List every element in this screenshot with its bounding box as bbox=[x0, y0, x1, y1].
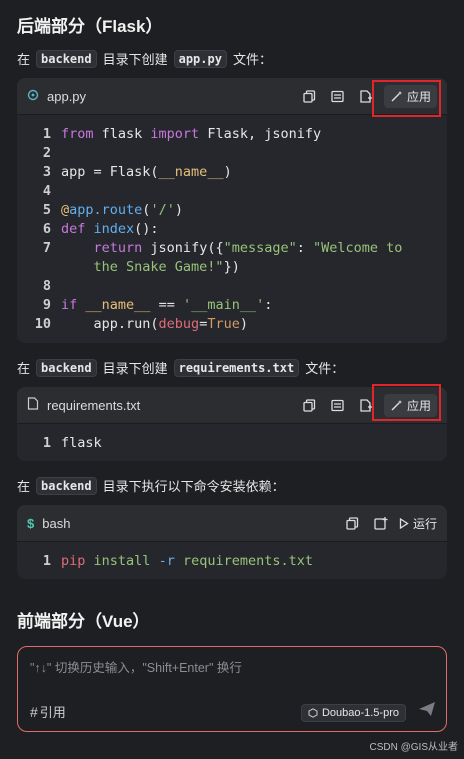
code-line: 1 from flask import Flask, jsonify bbox=[17, 125, 447, 144]
code-block-requirements: requirements.txt 应用 1 flask bbox=[17, 387, 447, 461]
model-selector[interactable]: Doubao-1.5-pro bbox=[300, 704, 406, 722]
para-requirements: 在 backend 目录下创建 requirements.txt 文件： bbox=[17, 358, 344, 377]
frontend-heading: 前端部分（Vue） bbox=[17, 612, 150, 631]
apply-button[interactable]: 应用 bbox=[383, 393, 437, 417]
code-block-app-py: app.py 应用 1 from flask import Flask, json… bbox=[17, 78, 447, 343]
cube-icon bbox=[308, 708, 318, 718]
apply-label: 应用 bbox=[406, 398, 431, 413]
input-placeholder: "↑↓" 切换历史输入，"Shift+Enter" 换行 bbox=[30, 661, 242, 675]
copy-icon[interactable] bbox=[343, 513, 363, 533]
line-number: 7 bbox=[42, 240, 51, 256]
inline-code-backend: backend bbox=[36, 358, 97, 377]
code-block-header: requirements.txt 应用 bbox=[17, 387, 447, 424]
inline-code-requirements: requirements.txt bbox=[173, 358, 300, 377]
run-label: 运行 bbox=[412, 516, 437, 531]
magic-wand-icon bbox=[391, 399, 402, 410]
para-text: 文件： bbox=[232, 52, 272, 67]
apply-label: 应用 bbox=[406, 89, 431, 104]
code-line: 9 if __name__ == '__main__': bbox=[17, 296, 447, 315]
code-block-header: app.py 应用 bbox=[17, 78, 447, 115]
line-number bbox=[17, 258, 61, 277]
line-number: 10 bbox=[34, 316, 51, 332]
code-line: 7 return jsonify({"message": "Welcome to bbox=[17, 239, 447, 258]
insert-terminal-icon[interactable] bbox=[371, 513, 391, 533]
run-button[interactable]: 运行 bbox=[399, 515, 437, 532]
para-text: 在 bbox=[17, 52, 31, 67]
copy-icon[interactable] bbox=[300, 395, 320, 415]
reference-label: 引用 bbox=[39, 705, 66, 720]
line-number: 3 bbox=[42, 164, 51, 180]
line-number: 6 bbox=[42, 221, 51, 237]
code-line: 5 @app.route('/') bbox=[17, 201, 447, 220]
file-icon bbox=[27, 397, 39, 413]
play-icon bbox=[399, 517, 409, 529]
line-number: 1 bbox=[42, 435, 51, 451]
line-number: 4 bbox=[42, 183, 51, 199]
para-text: 目录下创建 bbox=[102, 361, 168, 376]
line-number: 5 bbox=[42, 202, 51, 218]
code-lang-label: bash bbox=[42, 515, 71, 531]
magic-wand-icon bbox=[391, 90, 402, 101]
reference-button[interactable]: # 引用 bbox=[30, 702, 66, 721]
code-body: 1 pip install -r requirements.txt bbox=[17, 542, 447, 577]
para-text: 目录下执行以下命令安装依赖： bbox=[102, 479, 285, 494]
code-line: 10 app.run(debug=True) bbox=[17, 315, 447, 334]
inline-code-backend: backend bbox=[36, 476, 97, 495]
para-text: 在 bbox=[17, 479, 31, 494]
code-line: 3 app = Flask(__name__) bbox=[17, 163, 447, 182]
terminal-icon: $ bbox=[27, 515, 35, 531]
code-line: the Snake Game!"}) bbox=[17, 258, 447, 277]
code-line: 2 bbox=[17, 144, 447, 163]
code-line: 8 bbox=[17, 277, 447, 296]
code-body: 1 from flask import Flask, jsonify 2 3 app… bbox=[17, 115, 447, 340]
model-name: Doubao-1.5-pro bbox=[321, 707, 399, 719]
para-install: 在 backend 目录下执行以下命令安装依赖： bbox=[17, 476, 285, 495]
code-line: 4 bbox=[17, 182, 447, 201]
python-file-icon bbox=[27, 89, 39, 104]
inline-code-app-py: app.py bbox=[173, 49, 227, 68]
watermark: CSDN @GIS从业者 bbox=[369, 742, 459, 753]
line-number: 2 bbox=[42, 145, 51, 161]
line-number: 9 bbox=[42, 297, 51, 313]
chat-input[interactable]: "↑↓" 切换历史输入，"Shift+Enter" 换行 # 引用 Doubao… bbox=[17, 646, 447, 732]
code-block-header: $ bash 运行 bbox=[17, 505, 447, 542]
para-text: 文件： bbox=[305, 361, 345, 376]
backend-heading: 后端部分（Flask） bbox=[17, 17, 163, 36]
code-line: 1 pip install -r requirements.txt bbox=[17, 552, 447, 571]
new-file-icon[interactable] bbox=[356, 395, 376, 415]
code-lang-label: app.py bbox=[47, 88, 87, 104]
insert-icon[interactable] bbox=[328, 395, 348, 415]
code-lang-label: requirements.txt bbox=[47, 397, 141, 413]
hash-icon: # bbox=[30, 703, 38, 720]
code-block-bash: $ bash 运行 1 pip install -r requirements.t… bbox=[17, 505, 447, 579]
apply-button[interactable]: 应用 bbox=[383, 84, 437, 108]
code-text: flask bbox=[61, 435, 102, 451]
line-number: 1 bbox=[42, 553, 51, 569]
line-number: 1 bbox=[42, 126, 51, 142]
insert-icon[interactable] bbox=[328, 86, 348, 106]
code-line: 1 flask bbox=[17, 434, 447, 453]
copy-icon[interactable] bbox=[300, 86, 320, 106]
line-number: 8 bbox=[42, 278, 51, 294]
code-body: 1 flask bbox=[17, 424, 447, 459]
code-line: 6 def index(): bbox=[17, 220, 447, 239]
para-app-py: 在 backend 目录下创建 app.py 文件： bbox=[17, 49, 272, 68]
new-file-icon[interactable] bbox=[356, 86, 376, 106]
para-text: 在 bbox=[17, 361, 31, 376]
para-text: 目录下创建 bbox=[102, 52, 168, 67]
send-icon[interactable] bbox=[418, 701, 436, 722]
inline-code-backend: backend bbox=[36, 49, 97, 68]
